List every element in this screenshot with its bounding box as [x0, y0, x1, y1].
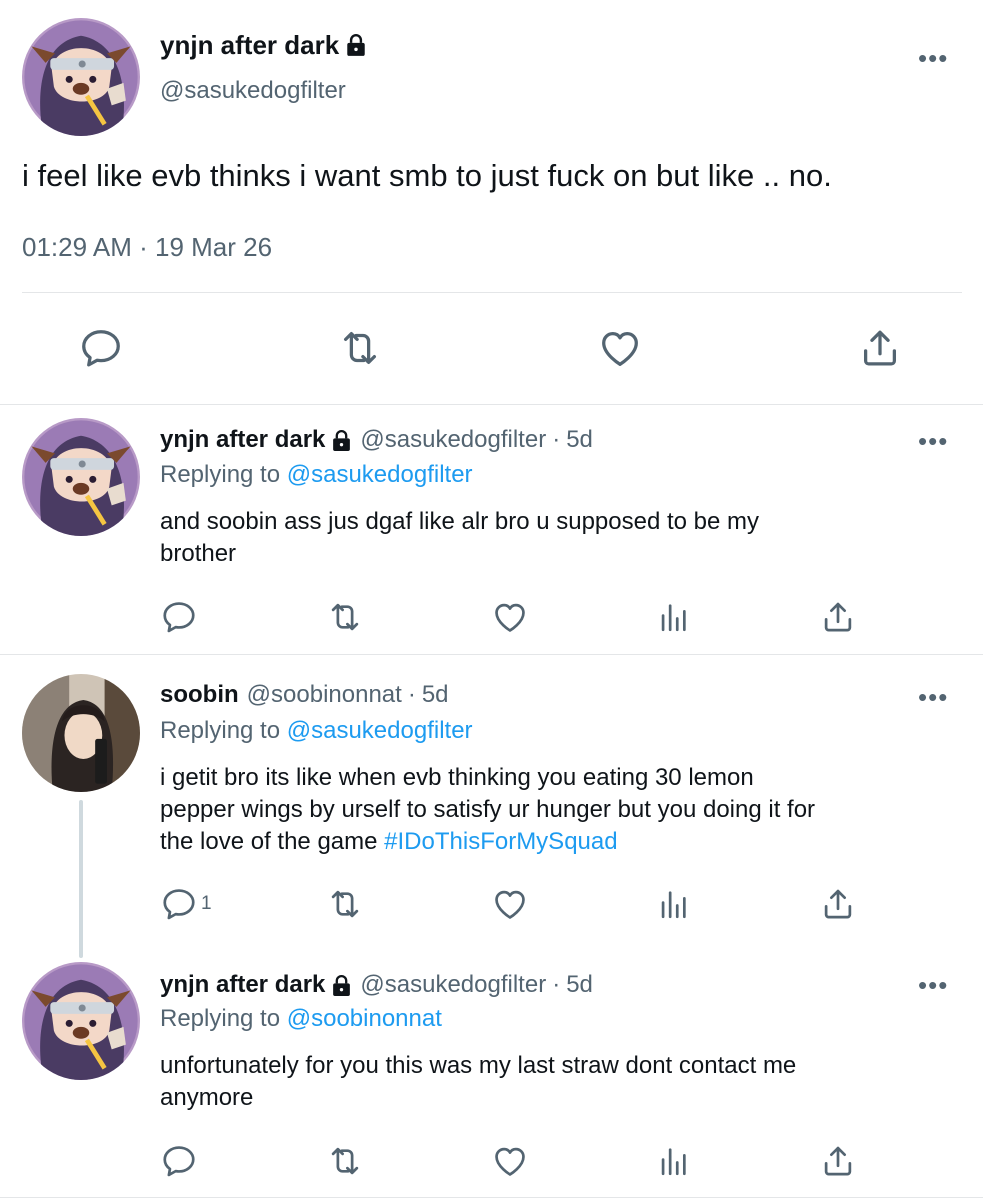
time-ago[interactable]: 5d: [566, 971, 593, 999]
share-icon[interactable]: [857, 325, 903, 371]
date: 19 Mar 26: [155, 232, 273, 262]
time-ago[interactable]: 5d: [566, 426, 593, 454]
tweet-text: i feel like evb thinks i want smb to jus…: [22, 158, 832, 193]
retweet-icon[interactable]: [326, 885, 364, 923]
like-icon[interactable]: [491, 1142, 529, 1180]
time: 01:29 AM: [22, 232, 132, 262]
display-name[interactable]: ynjn after dark: [160, 971, 325, 999]
more-options-icon[interactable]: •••: [918, 684, 948, 710]
lock-icon: [331, 974, 352, 997]
replying-prefix: Replying to: [160, 461, 281, 488]
handle[interactable]: @sasukedogfilter: [160, 77, 346, 105]
retweet-icon[interactable]: [326, 1142, 364, 1180]
replying-to: Replying to @sasukedogfilter: [160, 717, 473, 745]
lock-icon: [345, 33, 367, 57]
divider: [0, 654, 983, 655]
share-icon[interactable]: [819, 1142, 857, 1180]
avatar[interactable]: [22, 18, 140, 136]
author-row: ynjn after dark @sasukedogfilter · 5d: [160, 425, 593, 455]
tweet-text: and soobin ass jus dgaf like alr bro u s…: [160, 506, 759, 570]
replying-to-link[interactable]: @sasukedogfilter: [287, 461, 473, 488]
text-line: i getit bro its like when evb thinking y…: [160, 764, 754, 791]
reply-icon[interactable]: [78, 325, 124, 371]
display-name[interactable]: ynjn after dark: [160, 30, 339, 61]
more-options-icon[interactable]: •••: [918, 972, 948, 998]
retweet-icon[interactable]: [326, 598, 364, 636]
like-icon[interactable]: [491, 598, 529, 636]
avatar[interactable]: [22, 418, 140, 536]
stats-icon[interactable]: [656, 1144, 690, 1178]
reply-icon[interactable]: 1: [160, 885, 212, 923]
text-segment: the love of the game: [160, 828, 378, 855]
more-options-icon[interactable]: •••: [918, 428, 948, 454]
tweet-text: unfortunately for you this was my last s…: [160, 1050, 796, 1114]
thread-line: [79, 800, 83, 958]
display-name[interactable]: ynjn after dark: [160, 426, 325, 454]
like-icon[interactable]: [491, 885, 529, 923]
handle[interactable]: @soobinonnat: [247, 681, 402, 709]
stats-icon[interactable]: [656, 887, 690, 921]
text-line: and soobin ass jus dgaf like alr bro u s…: [160, 508, 760, 535]
text-line: the love of the game #IDoThisForMySquad: [160, 826, 815, 858]
author-row: ynjn after dark @sasukedogfilter · 5d: [160, 970, 593, 1000]
author-row: soobin @soobinonnat · 5d: [160, 680, 449, 710]
handle[interactable]: @sasukedogfilter: [360, 426, 546, 454]
separator: ·: [139, 232, 148, 262]
text-line: anymore: [160, 1084, 254, 1111]
divider: [0, 404, 983, 405]
avatar[interactable]: [22, 962, 140, 1080]
replying-to: Replying to @soobinonnat: [160, 1005, 442, 1033]
like-icon[interactable]: [597, 325, 643, 371]
reply-icon[interactable]: [160, 1142, 198, 1180]
time-ago[interactable]: 5d: [422, 681, 449, 709]
text-line: pepper wings by urself to satisfy ur hun…: [160, 796, 816, 823]
text-line: brother: [160, 540, 237, 567]
timestamp-divider: [22, 292, 962, 293]
retweet-icon[interactable]: [337, 325, 383, 371]
author-row: ynjn after dark: [160, 30, 367, 60]
handle[interactable]: @sasukedogfilter: [360, 971, 546, 999]
separator: ·: [407, 681, 416, 708]
stats-icon[interactable]: [656, 600, 690, 634]
avatar[interactable]: [22, 674, 140, 792]
more-options-icon[interactable]: •••: [918, 45, 948, 71]
reply-count: 1: [201, 893, 212, 914]
replying-to-link[interactable]: @soobinonnat: [287, 1005, 442, 1032]
share-icon[interactable]: [819, 598, 857, 636]
reply-icon[interactable]: [160, 598, 198, 636]
tweet-text: i getit bro its like when evb thinking y…: [160, 762, 815, 858]
replying-prefix: Replying to: [160, 717, 281, 744]
lock-icon: [331, 429, 352, 452]
timestamp[interactable]: 01:29 AM · 19 Mar 26: [22, 232, 272, 263]
replying-to-link[interactable]: @sasukedogfilter: [287, 717, 473, 744]
replying-to: Replying to @sasukedogfilter: [160, 461, 473, 489]
divider: [0, 1197, 983, 1198]
separator: ·: [552, 971, 561, 998]
replying-prefix: Replying to: [160, 1005, 281, 1032]
text-line: unfortunately for you this was my last s…: [160, 1052, 797, 1079]
display-name[interactable]: soobin: [160, 681, 239, 709]
share-icon[interactable]: [819, 885, 857, 923]
separator: ·: [552, 426, 561, 453]
hashtag-link[interactable]: #IDoThisForMySquad: [384, 828, 617, 855]
